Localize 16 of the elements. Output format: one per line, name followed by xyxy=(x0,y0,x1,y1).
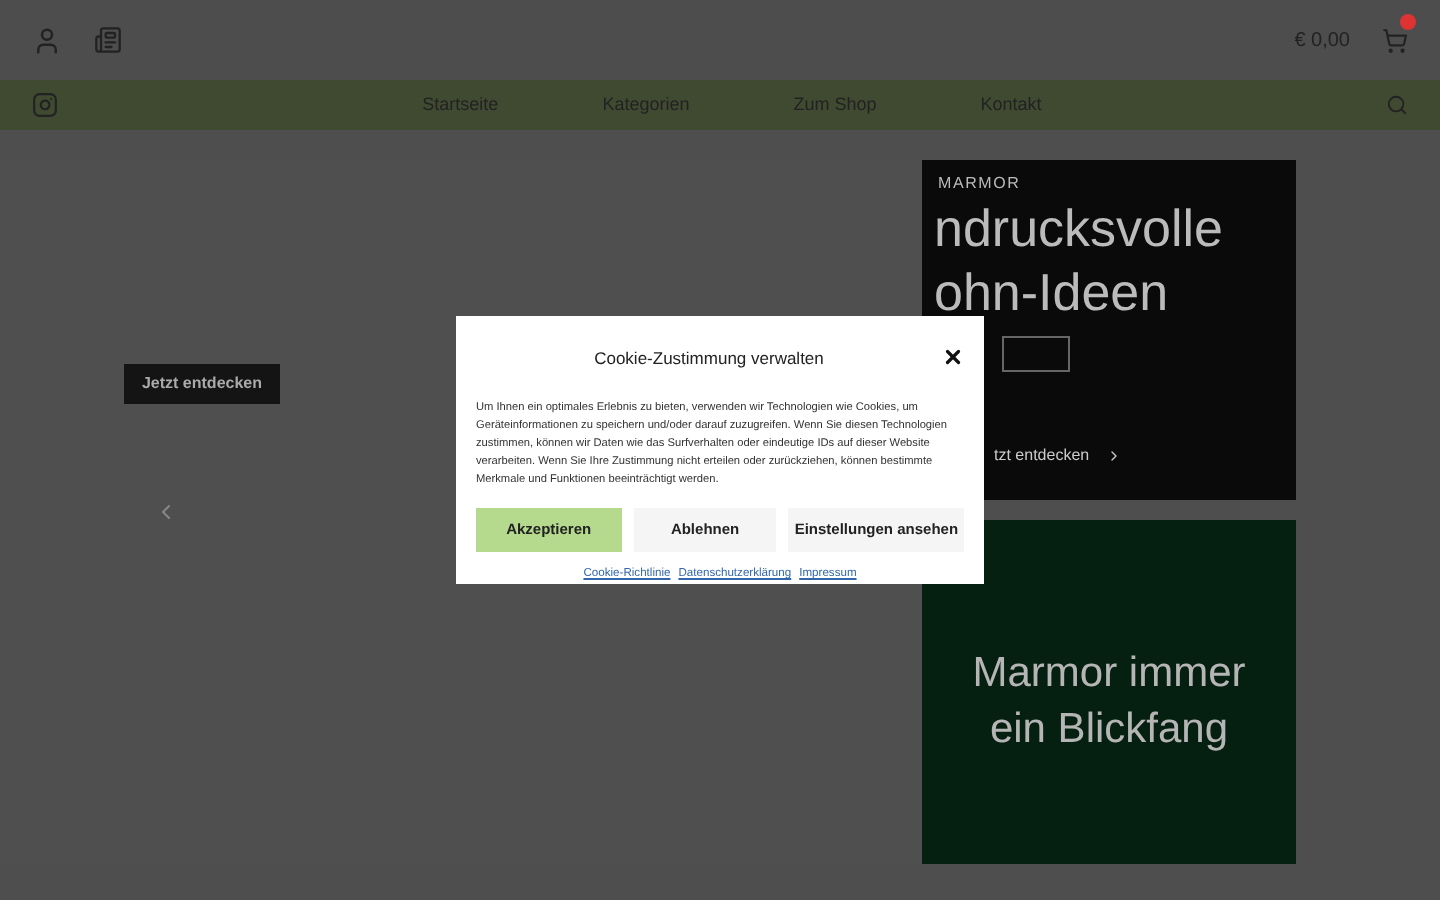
discover-button[interactable]: Jetzt entdecken xyxy=(124,364,280,404)
user-icon[interactable] xyxy=(32,25,62,55)
promo-heading-line: ndrucksvolle xyxy=(934,196,1224,260)
promo-button[interactable] xyxy=(1002,336,1070,372)
promo-link[interactable]: tzt entdecken xyxy=(994,444,1090,468)
cart-icon[interactable] xyxy=(1382,27,1408,53)
chevron-right-icon xyxy=(1106,448,1122,464)
cart-badge xyxy=(1400,13,1416,29)
promo-label: MARMOR xyxy=(938,172,1021,196)
promo-heading-line: ohn-Ideen xyxy=(934,260,1171,324)
close-icon[interactable] xyxy=(942,345,964,367)
feature-card-heading: Marmor immer ein Blickfang xyxy=(970,648,1248,756)
instagram-icon[interactable] xyxy=(32,92,58,118)
search-icon[interactable] xyxy=(1386,94,1408,116)
newspaper-icon[interactable] xyxy=(94,26,122,54)
dialog-title: Cookie-Zustimmung verwalten xyxy=(594,348,824,368)
